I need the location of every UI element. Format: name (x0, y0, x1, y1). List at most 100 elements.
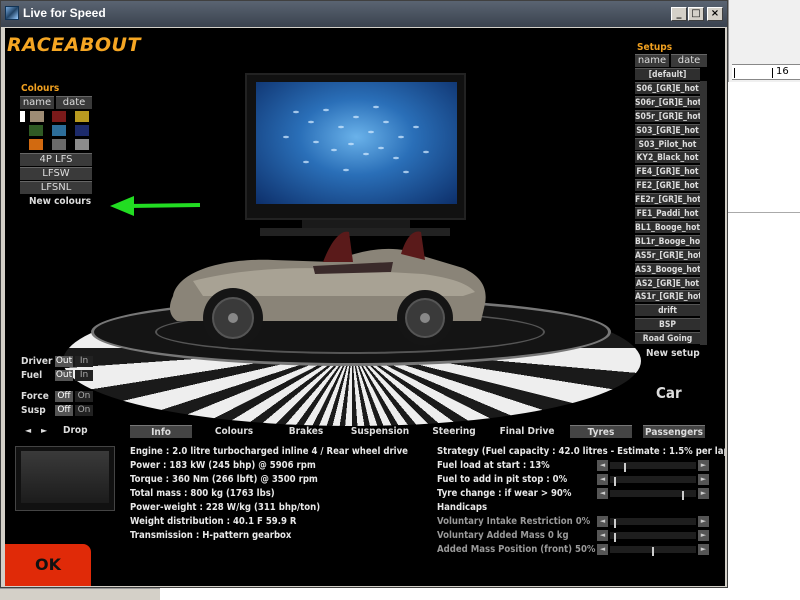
strategy-slider[interactable]: ◄ ► (597, 530, 709, 542)
setup-item[interactable]: S03_[GR]E_hot (635, 123, 700, 136)
slider-right-arrow-icon[interactable]: ► (698, 516, 709, 527)
slider-track[interactable] (610, 462, 696, 472)
strategy-slider[interactable]: ◄ ► (597, 488, 709, 500)
slider-left-arrow-icon[interactable]: ◄ (597, 460, 608, 471)
setup-item[interactable]: FE4_[GR]E_hot (635, 165, 700, 178)
title-bar[interactable]: Live for Speed _ □ × (1, 1, 727, 27)
slider-right-arrow-icon[interactable]: ► (698, 460, 709, 471)
slider-right-arrow-icon[interactable]: ► (698, 544, 709, 555)
driver-out-toggle[interactable]: Out (55, 356, 73, 367)
setup-item[interactable]: FE2r_[GR]E_hot (635, 193, 700, 206)
ok-button[interactable]: OK (5, 544, 91, 586)
slider-left-arrow-icon[interactable]: ◄ (597, 488, 608, 499)
colour-swatch[interactable] (29, 139, 43, 150)
info-weight-distribution: Weight distribution : 40.1 F 59.9 R (130, 516, 297, 527)
susp-on-toggle[interactable]: On (75, 405, 93, 416)
slider-right-arrow-icon[interactable]: ► (698, 530, 709, 541)
car-section-label: Car (656, 384, 682, 402)
slider-knob[interactable] (682, 491, 684, 500)
slider-right-arrow-icon[interactable]: ► (698, 488, 709, 499)
slider-knob[interactable] (624, 463, 626, 472)
setup-item[interactable]: BL1_Booge_hot (635, 220, 700, 233)
tab-suspension[interactable]: Suspension (348, 425, 412, 438)
setup-item[interactable]: BL1r_Booge_hot (635, 234, 700, 247)
slider-knob[interactable] (652, 547, 654, 556)
colours-sort-date-button[interactable]: date (56, 96, 92, 109)
colour-swatch[interactable] (20, 111, 25, 122)
fuel-out-toggle[interactable]: Out (55, 370, 73, 381)
raceabout-car-model[interactable] (163, 226, 493, 351)
slider-right-arrow-icon[interactable]: ► (698, 474, 709, 485)
setup-item[interactable]: S05r_[GR]E_hot (635, 109, 700, 122)
colours-sort-name-button[interactable]: name (20, 96, 54, 109)
setups-sort-name-button[interactable]: name (635, 54, 669, 67)
colour-swatch[interactable] (75, 139, 89, 150)
tab-passengers[interactable]: Passengers (643, 425, 705, 438)
colour-swatch[interactable] (29, 125, 43, 136)
close-button[interactable]: × (707, 7, 723, 21)
driver-in-toggle[interactable]: In (75, 356, 93, 367)
colour-swatch[interactable] (75, 111, 89, 122)
strategy-slider[interactable]: ◄ ► (597, 474, 709, 486)
slider-left-arrow-icon[interactable]: ◄ (597, 530, 608, 541)
colour-swatch[interactable] (52, 125, 66, 136)
colour-preset-4p-lfs[interactable]: 4P LFS (20, 153, 92, 166)
strategy-slider[interactable]: ◄ ► (597, 460, 709, 472)
setup-item[interactable]: [default] (635, 68, 700, 80)
drop-button[interactable]: Drop (63, 425, 88, 436)
setups-sort-date-button[interactable]: date (671, 54, 707, 67)
slider-left-arrow-icon[interactable]: ◄ (597, 544, 608, 555)
force-on-toggle[interactable]: On (75, 391, 93, 402)
colour-preset-lfsw[interactable]: LFSW (20, 167, 92, 180)
lfs-app-icon (5, 6, 19, 20)
setup-item[interactable]: S03_Pilot_hot (635, 137, 700, 150)
colour-swatch[interactable] (75, 125, 89, 136)
tab-colours[interactable]: Colours (203, 425, 265, 438)
setup-item[interactable]: FE1_Paddi_hot (635, 207, 700, 219)
strategy-slider[interactable]: ◄ ► (597, 544, 709, 556)
slider-track[interactable] (610, 532, 696, 542)
slider-track[interactable] (610, 490, 696, 500)
slider-left-arrow-icon[interactable]: ◄ (597, 474, 608, 485)
slider-knob[interactable] (614, 477, 616, 486)
next-car-arrow-icon[interactable]: ► (41, 426, 47, 435)
slider-track[interactable] (610, 518, 696, 528)
force-off-toggle[interactable]: Off (55, 391, 73, 402)
slider-track[interactable] (610, 476, 696, 486)
setup-list-scrollbar[interactable] (700, 81, 707, 345)
colour-preset-lfsnl[interactable]: LFSNL (20, 181, 92, 194)
fuel-in-toggle[interactable]: In (75, 370, 93, 381)
setup-item[interactable]: Road Going (635, 332, 700, 345)
setup-item[interactable]: AS1r_[GR]E_hot (635, 290, 700, 303)
tab-info[interactable]: Info (130, 425, 192, 438)
new-setup-button[interactable]: New setup (646, 348, 700, 359)
setup-item[interactable]: drift (635, 304, 700, 317)
colour-swatch[interactable] (52, 139, 66, 150)
setup-item[interactable]: AS3_Booge_hot (635, 262, 700, 275)
maximize-button[interactable]: □ (688, 7, 704, 21)
minimize-button[interactable]: _ (671, 7, 687, 21)
mini-tv-preview (15, 446, 115, 511)
slider-knob[interactable] (614, 533, 616, 542)
slider-track[interactable] (610, 546, 696, 556)
setup-item[interactable]: AS5r_[GR]E_hot (635, 248, 700, 261)
colour-swatch[interactable] (52, 111, 66, 122)
setup-item[interactable]: AS2_[GR]E_hot (635, 276, 700, 289)
setup-item[interactable]: BSP (635, 318, 700, 331)
tab-steering[interactable]: Steering (422, 425, 486, 438)
strategy-slider[interactable]: ◄ ► (597, 516, 709, 528)
slider-knob[interactable] (614, 519, 616, 528)
slider-left-arrow-icon[interactable]: ◄ (597, 516, 608, 527)
susp-off-toggle[interactable]: Off (55, 405, 73, 416)
previous-car-arrow-icon[interactable]: ◄ (25, 426, 31, 435)
driver-label: Driver (21, 356, 53, 367)
tab-brakes[interactable]: Brakes (275, 425, 337, 438)
setup-item[interactable]: FE2_[GR]E_hot (635, 179, 700, 192)
colour-swatch[interactable] (30, 111, 44, 122)
setup-item[interactable]: KY2_Black_hot (635, 151, 700, 164)
setup-item[interactable]: S06r_[GR]E_hot (635, 95, 700, 108)
setup-item[interactable]: S06_[GR]E_hot (635, 81, 700, 94)
tab-final-drive[interactable]: Final Drive (495, 425, 559, 438)
tab-tyres[interactable]: Tyres (570, 425, 632, 438)
new-colours-button[interactable]: New colours (29, 196, 91, 207)
